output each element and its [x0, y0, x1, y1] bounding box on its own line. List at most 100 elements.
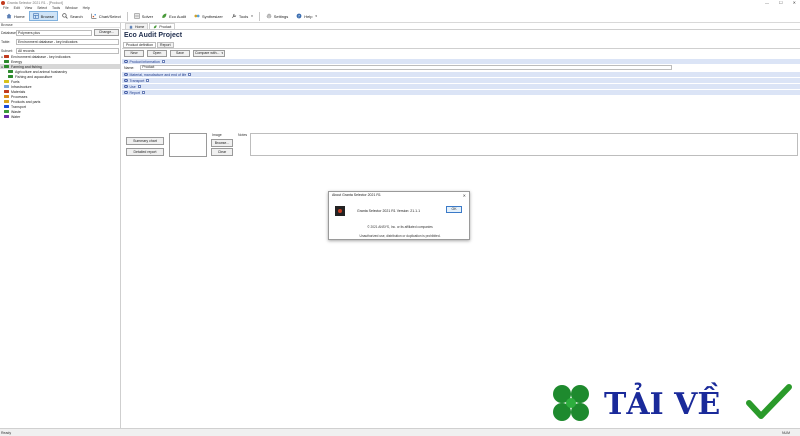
expand-icon[interactable]: ⌄: [124, 84, 128, 89]
synthesizer-button[interactable]: Synthesizer: [190, 11, 227, 21]
chevron-down-icon: ▾: [221, 51, 223, 55]
tab-home[interactable]: Home: [125, 23, 149, 29]
folder-icon: [8, 74, 13, 79]
tools-button[interactable]: Tools ▾: [227, 11, 257, 21]
settings-button[interactable]: Settings: [262, 11, 292, 21]
help-icon: ?: [296, 13, 302, 19]
chart-icon: [91, 13, 97, 19]
window-title: Granta Selector 2021 R1 - [Product]: [7, 0, 63, 5]
folder-icon: [4, 114, 9, 119]
subset-label: Subset:: [1, 48, 13, 53]
section-report[interactable]: ⌃ Report: [122, 90, 800, 95]
document-tabs: Home Product: [122, 23, 800, 30]
image-label: Image: [212, 133, 222, 137]
folder-icon: [4, 89, 9, 94]
home-icon: [6, 13, 12, 19]
expand-icon[interactable]: ⌄: [124, 78, 128, 83]
menu-tools[interactable]: Tools: [52, 6, 60, 10]
tab-product[interactable]: Product: [149, 23, 176, 29]
home-button[interactable]: Home: [2, 11, 29, 21]
browse-image-button[interactable]: Browse...: [211, 139, 233, 147]
folder-icon: [4, 99, 9, 104]
menu-select[interactable]: Select: [37, 6, 47, 10]
section-material[interactable]: ⌄ Material, manufacture and end of life: [122, 72, 800, 77]
home-icon: [129, 24, 133, 29]
table-row: Table: Environment database - key indica…: [0, 37, 120, 46]
project-actions: New Open Save Compare with... ▾: [122, 48, 800, 58]
help-icon[interactable]: [137, 85, 141, 88]
menu-edit[interactable]: Edit: [14, 6, 20, 10]
tree-item-label: Environment database - key indicators: [11, 54, 71, 59]
collapse-icon[interactable]: ⌃: [124, 59, 128, 64]
help-icon[interactable]: [142, 91, 146, 94]
section-label: Transport: [129, 78, 145, 83]
chevron-down-icon: ▾: [315, 14, 317, 18]
change-database-button[interactable]: Change...: [94, 29, 119, 36]
detailed-report-button[interactable]: Detailed report: [126, 148, 164, 156]
menu-help[interactable]: Help: [83, 6, 90, 10]
expand-icon[interactable]: ⌄: [124, 72, 128, 77]
folder-icon: [4, 54, 9, 59]
menu-window[interactable]: Window: [65, 6, 77, 10]
tree-item-label: Water: [11, 114, 21, 119]
synthesizer-icon: [194, 14, 200, 18]
tab-home-label: Home: [135, 24, 145, 29]
unauthorized-text: Unauthorized use, distribution or duplic…: [359, 234, 441, 238]
browse-button[interactable]: Browse: [28, 11, 59, 21]
tree-item-label: Waste: [11, 109, 21, 114]
image-preview: [169, 133, 207, 157]
tree-item-label: Energy: [11, 59, 23, 64]
solver-icon: [134, 13, 140, 19]
collapse-icon[interactable]: ⌃: [124, 90, 128, 95]
section-label: Use: [129, 84, 136, 89]
section-transport[interactable]: ⌄ Transport: [122, 78, 800, 83]
ok-button[interactable]: OK: [446, 206, 462, 213]
help-icon[interactable]: [188, 73, 192, 76]
folder-icon: [4, 79, 9, 84]
subset-select[interactable]: All records: [16, 47, 119, 54]
browse-panel: Browse Database: Polymers plus Change...…: [0, 23, 121, 428]
tab-report[interactable]: Report: [157, 42, 174, 48]
open-button[interactable]: Open: [147, 50, 167, 57]
tree-item-label: Fuels: [11, 79, 20, 84]
tree-item-label: Infrastructure: [11, 84, 32, 89]
notes-textarea[interactable]: [250, 133, 798, 156]
save-button[interactable]: Save: [170, 50, 190, 57]
section-label: Material, manufacture and end of life: [129, 72, 187, 77]
synthesizer-label: Synthesizer: [201, 13, 223, 19]
chart-select-label: Chart/Select: [98, 13, 121, 19]
tree-item-water[interactable]: Water: [0, 114, 120, 119]
notes-label: Notes: [238, 133, 248, 137]
menu-view[interactable]: View: [25, 6, 33, 10]
database-field[interactable]: Polymers plus: [16, 29, 92, 36]
solver-button[interactable]: Solver: [130, 11, 157, 21]
menu-file[interactable]: File: [3, 6, 9, 10]
section-label: Product information: [129, 59, 160, 64]
eco-audit-button[interactable]: Eco Audit: [157, 11, 190, 21]
eco-audit-icon: [154, 24, 157, 28]
help-icon[interactable]: [161, 60, 165, 63]
app-logo: [335, 206, 345, 216]
search-button[interactable]: Search: [58, 11, 87, 21]
folder-icon: [4, 64, 9, 69]
copyright-text: © 2021 ANSYS, Inc. or its affiliated com…: [367, 225, 433, 229]
help-button[interactable]: ? Help ▾: [292, 11, 321, 21]
toolbar-separator: [258, 11, 260, 21]
compare-button[interactable]: Compare with... ▾: [193, 50, 225, 57]
record-tree: ⊟ Environment database - key indicators …: [0, 54, 120, 119]
help-icon[interactable]: [146, 79, 150, 82]
tab-product-definition[interactable]: Product definition: [123, 42, 157, 48]
clear-image-button[interactable]: Clear: [211, 148, 233, 156]
app-icon: [1, 0, 5, 5]
tree-item-label: Fishing and aquaculture: [15, 74, 53, 79]
product-name-input[interactable]: Product: [140, 65, 673, 70]
close-icon[interactable]: ✕: [463, 193, 466, 198]
tree-item-label: Transport: [11, 104, 26, 109]
summary-chart-button[interactable]: Summary chart: [126, 137, 164, 145]
main-toolbar: Home Browse Search Chart/Select Solver E…: [0, 10, 800, 23]
eco-audit-label: Eco Audit: [169, 13, 186, 19]
new-button[interactable]: New: [124, 50, 144, 57]
table-select[interactable]: Environment database - key indicators: [16, 38, 119, 45]
chart-select-button[interactable]: Chart/Select: [87, 11, 125, 21]
section-use[interactable]: ⌄ Use: [122, 84, 800, 89]
